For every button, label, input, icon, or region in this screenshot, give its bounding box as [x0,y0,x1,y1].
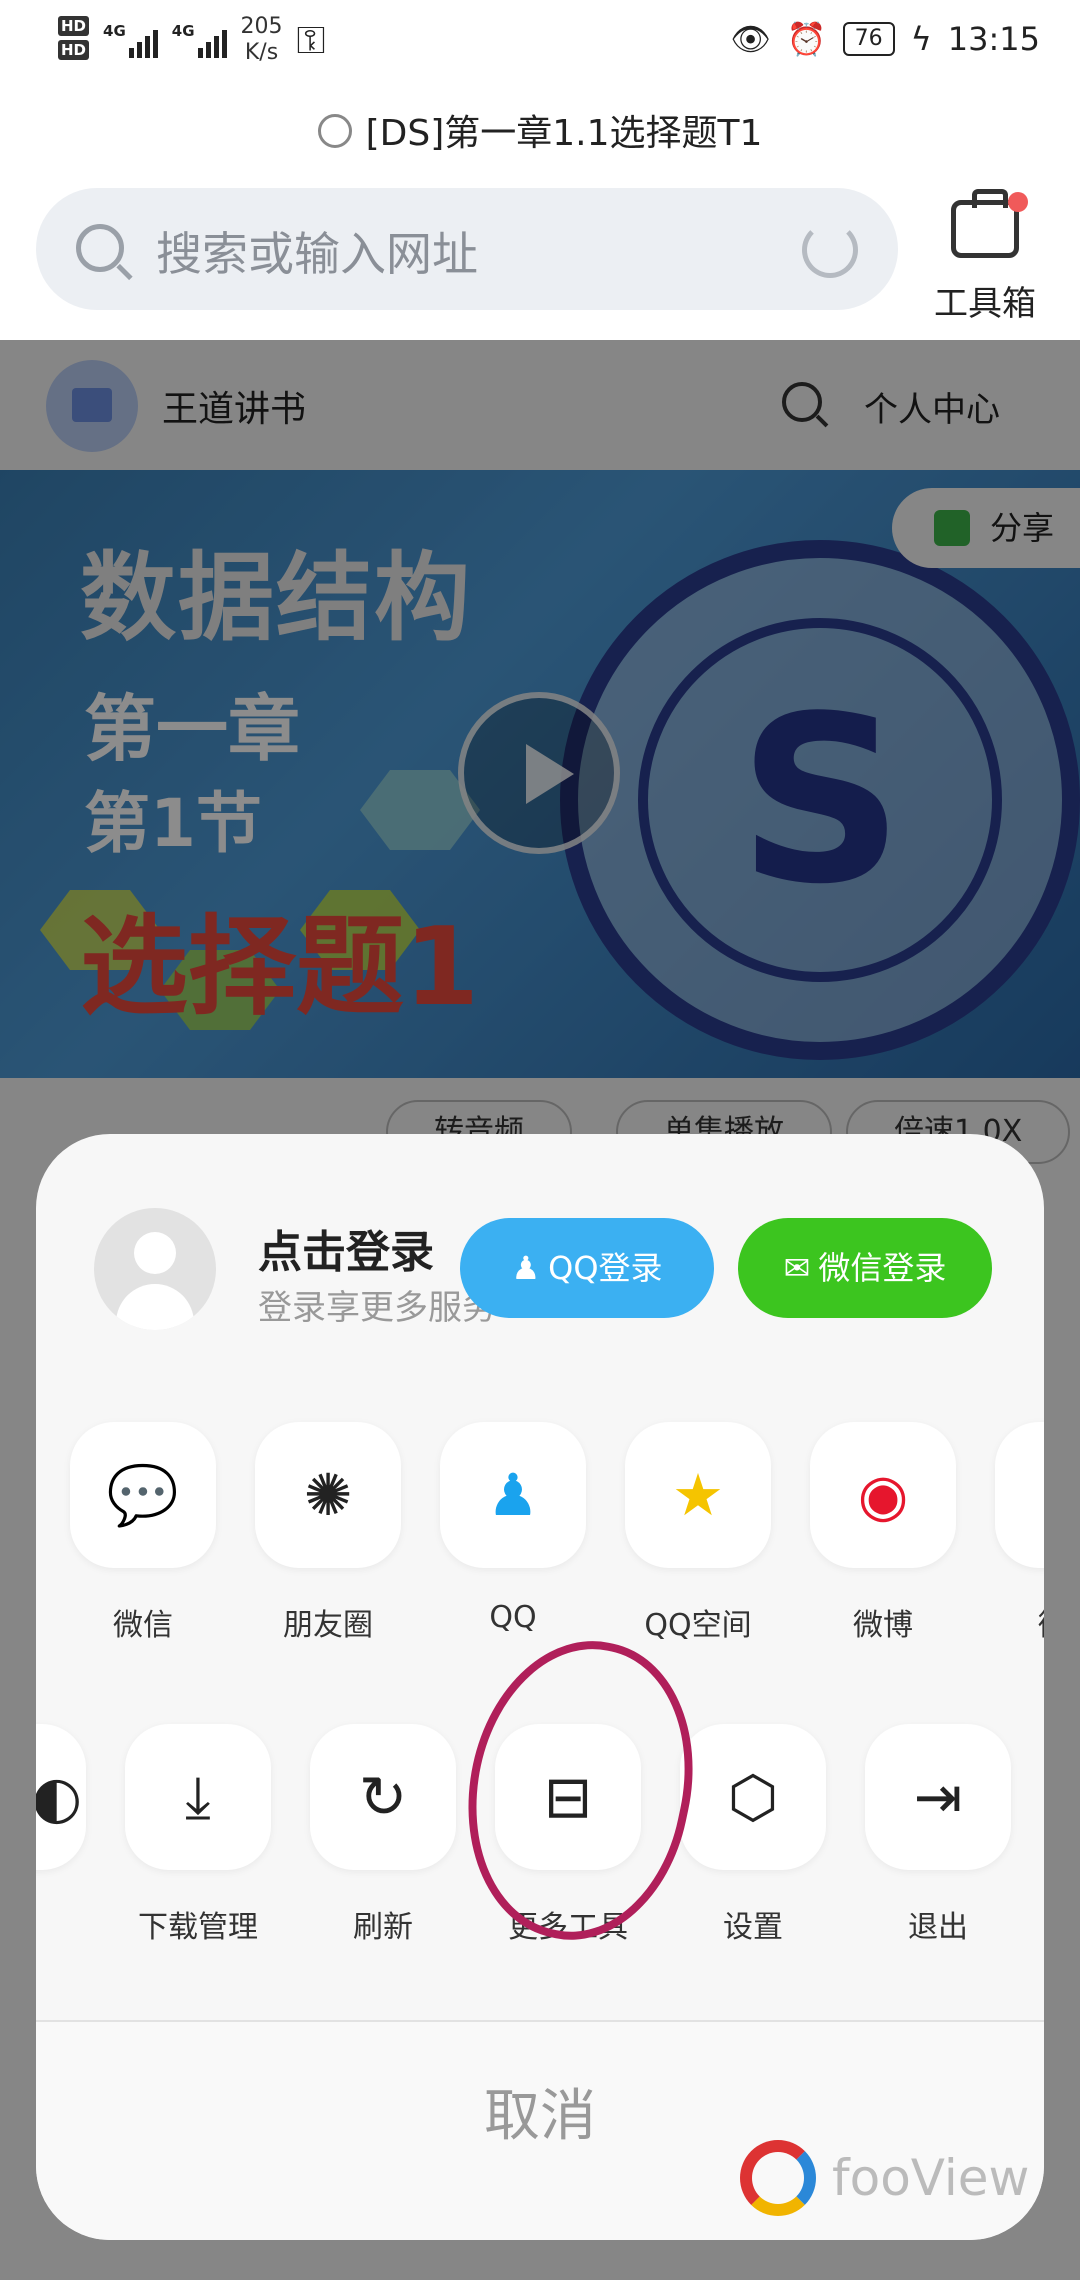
share-qq-button[interactable]: ♟ [440,1422,586,1568]
fooview-logo-icon [740,2140,816,2216]
moments-icon: ✺ [303,1461,353,1529]
globe-icon [317,114,352,148]
share-qzone-button[interactable]: ★ [625,1422,771,1568]
share-label: QQ空间 [644,1608,752,1643]
tool-partial-button[interactable]: ◐ [36,1724,86,1870]
toolbox-icon [951,189,1019,258]
download-manager-button[interactable]: ⤓ [125,1724,271,1870]
tool-label: 设置 [723,1910,783,1945]
hd-indicators: HD HD [58,16,90,64]
download-manager-icon: ⤓ [185,1763,211,1831]
toolbox-button[interactable]: 工具箱 [930,188,1040,324]
refresh-button[interactable]: ↻ [310,1724,456,1870]
reload-icon[interactable] [802,222,858,278]
page-title: [DS]第一章1.1选择题T1 [365,113,763,154]
eye-icon: 👁 [730,20,771,58]
toolbox-label: 工具箱 [934,284,1036,324]
qq-login-label: QQ登录 [548,1249,663,1287]
share-targets-row: 💬 微信 ✺ 朋友圈 ♟ QQ ★ QQ空间 ◉ 微博 ■ 微信 [36,1422,1044,1662]
share-wechat-button[interactable]: 💬 [70,1422,216,1568]
wechat-icon: ✉ [783,1249,811,1287]
login-title[interactable]: 点击登录 [258,1216,434,1280]
partial-icon: ◐ [36,1763,83,1831]
network-speed: 205 K/s [240,14,283,65]
refresh-icon: ↻ [358,1763,408,1831]
avatar[interactable] [94,1208,216,1330]
watermark-text: fooView [832,2149,1030,2207]
settings-icon: ⬡ [727,1763,779,1831]
settings-button[interactable]: ⬡ [680,1724,826,1870]
charging-icon: ϟ [910,20,932,58]
notification-dot [1008,192,1028,212]
exit-icon: ⇥ [913,1763,963,1831]
signal-1-icon: 4G [103,22,158,58]
share-label: 微信 [113,1608,173,1643]
qzone-icon: ★ [672,1461,724,1529]
wechat-login-button[interactable]: ✉ 微信登录 [738,1218,992,1318]
page-title-bar: [DS]第一章1.1选择题T1 [0,104,1080,156]
share-label: QQ [489,1600,537,1635]
share-moments-button[interactable]: ✺ [255,1422,401,1568]
alarm-icon: ⏰ [786,20,827,58]
exit-button[interactable]: ⇥ [865,1724,1011,1870]
share-label: 微信 [976,1600,1044,1644]
signal-2-icon: 4G [172,22,227,58]
hd2-badge: HD [58,40,90,60]
qq-login-button[interactable]: ♟ QQ登录 [460,1218,714,1318]
address-input[interactable]: 搜索或输入网址 [156,218,478,284]
fooview-watermark: fooView [740,2140,1029,2216]
search-icon [76,224,124,272]
tool-label: 下载管理 [138,1910,258,1945]
share-label: 朋友圈 [283,1608,373,1643]
wechat-icon: 💬 [106,1461,180,1529]
qq-icon: ♟ [511,1249,541,1287]
address-bar[interactable]: 搜索或输入网址 [36,188,898,310]
key-icon: ⚿ [296,17,326,62]
hd1-badge: HD [58,16,90,36]
tool-label: 退出 [908,1910,968,1945]
wechat-login-label: 微信登录 [818,1249,947,1287]
share-weibo-button[interactable]: ◉ [810,1422,956,1568]
clock-time: 13:15 [947,20,1040,58]
login-subtitle: 登录享更多服务 [258,1288,496,1328]
battery-indicator: 76 [842,22,895,56]
share-wechat-favorites-button[interactable]: ■ [995,1422,1044,1568]
status-bar: HD HD 4G 4G 205 K/s ⚿ 👁 ⏰ 76 ϟ 13:15 [0,0,1080,92]
weibo-icon: ◉ [857,1461,909,1529]
tool-label: 刷新 [353,1910,413,1945]
wechat-favorites-icon: ■ [1041,1466,1044,1524]
share-label: 微博 [853,1608,913,1643]
qq-icon: ♟ [487,1461,539,1529]
